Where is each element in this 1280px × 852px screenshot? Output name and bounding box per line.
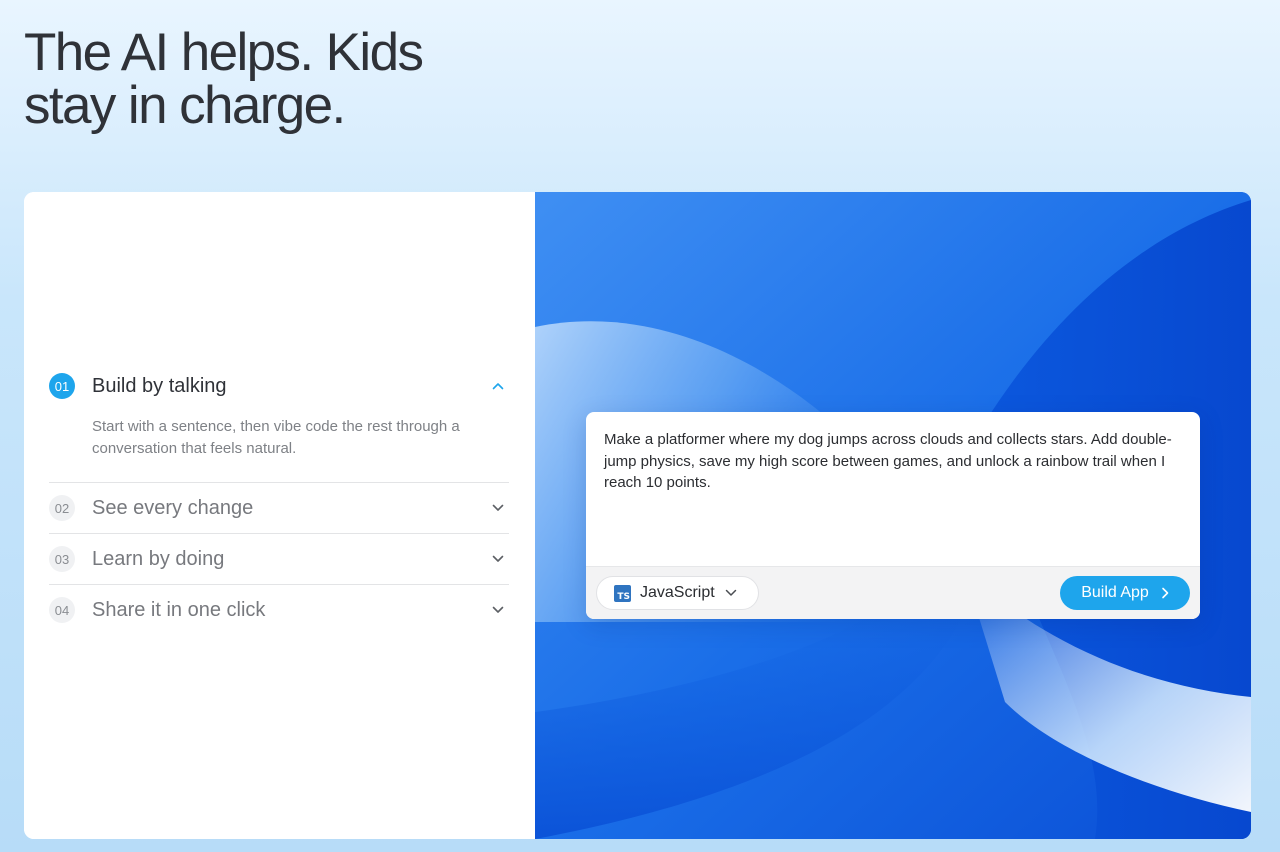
- language-select[interactable]: TS JavaScript: [596, 576, 759, 610]
- feature-number-badge: 01: [49, 373, 75, 399]
- chevron-down-icon[interactable]: [489, 499, 507, 517]
- chevron-up-icon[interactable]: [489, 377, 507, 395]
- feature-description: Start with a sentence, then vibe code th…: [92, 418, 460, 457]
- feature-title: Learn by doing: [92, 547, 225, 570]
- feature-number-badge: 03: [49, 546, 75, 572]
- chevron-down-icon[interactable]: [489, 601, 507, 619]
- prompt-toolbar: TS JavaScript Build App: [586, 566, 1200, 619]
- feature-card: 01 Build by talking Start with a sentenc…: [24, 192, 1251, 839]
- features-panel: 01 Build by talking Start with a sentenc…: [24, 192, 535, 839]
- build-app-button-label: Build App: [1081, 584, 1149, 601]
- feature-header-build-by-talking[interactable]: 01 Build by talking: [49, 360, 509, 412]
- feature-title: Build by talking: [92, 374, 227, 397]
- feature-number-badge: 04: [49, 597, 75, 623]
- feature-header-learn-by-doing[interactable]: 03 Learn by doing: [49, 534, 509, 584]
- page-title-line-1: The AI helps. Kids: [24, 23, 424, 82]
- feature-header-share-it-in-one-click[interactable]: 04 Share it in one click: [49, 585, 509, 635]
- language-select-label: JavaScript: [640, 584, 715, 601]
- feature-item-learn-by-doing: 03 Learn by doing: [49, 534, 509, 585]
- prompt-card: Make a platformer where my dog jumps acr…: [586, 412, 1200, 619]
- feature-title: See every change: [92, 496, 254, 519]
- page-title-line-2: stay in charge.: [24, 76, 346, 135]
- features-accordion: 01 Build by talking Start with a sentenc…: [49, 360, 509, 635]
- chevron-down-icon[interactable]: [489, 550, 507, 568]
- preview-panel: Make a platformer where my dog jumps acr…: [535, 192, 1251, 839]
- chevron-right-icon: [1161, 587, 1169, 599]
- typescript-icon-label: TS: [617, 591, 630, 602]
- feature-header-see-every-change[interactable]: 02 See every change: [49, 483, 509, 533]
- prompt-input[interactable]: Make a platformer where my dog jumps acr…: [604, 429, 1189, 494]
- feature-number-badge: 02: [49, 495, 75, 521]
- chevron-down-icon: [725, 589, 737, 597]
- feature-item-see-every-change: 02 See every change: [49, 483, 509, 534]
- typescript-icon: TS: [614, 584, 631, 602]
- feature-title: Share it in one click: [92, 598, 266, 621]
- page-title: The AI helps. Kids stay in charge.: [24, 26, 504, 132]
- build-app-button[interactable]: Build App: [1060, 576, 1190, 610]
- feature-item-share-it-in-one-click: 04 Share it in one click: [49, 585, 509, 635]
- feature-item-build-by-talking: 01 Build by talking Start with a sentenc…: [49, 360, 509, 483]
